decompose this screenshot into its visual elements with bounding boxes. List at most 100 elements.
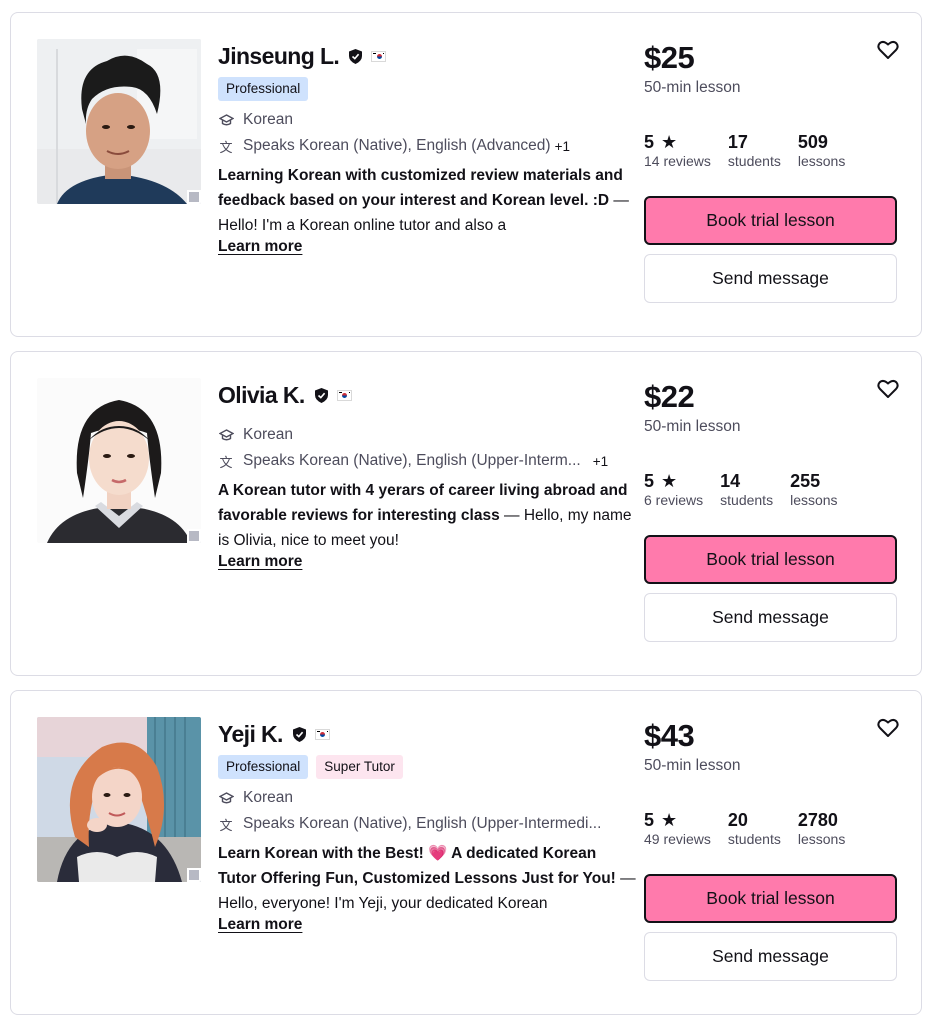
professional-badge: Professional xyxy=(218,755,309,779)
offline-status-indicator xyxy=(187,529,201,543)
book-trial-lesson-button[interactable]: Book trial lesson xyxy=(644,196,897,245)
star-icon: ★ xyxy=(661,470,678,491)
offline-status-indicator xyxy=(187,190,201,204)
offline-status-indicator xyxy=(187,868,201,882)
lesson-price: $43 xyxy=(644,718,695,753)
lesson-price: $22 xyxy=(644,379,695,414)
lessons-label: lessons xyxy=(797,153,846,169)
favorite-heart-icon[interactable] xyxy=(877,40,899,60)
lessons-stat: 509 lessons xyxy=(797,131,846,170)
badge-list: Professional xyxy=(218,77,636,101)
rating-stat: 5 ★ 14 reviews xyxy=(644,131,711,170)
send-message-button[interactable]: Send message xyxy=(644,254,897,303)
tutor-avatar[interactable] xyxy=(37,378,201,543)
favorite-heart-icon[interactable] xyxy=(877,718,899,738)
students-label: students xyxy=(727,153,781,169)
tutor-name[interactable]: Yeji K. xyxy=(218,721,283,748)
more-languages-count[interactable]: +1 xyxy=(593,454,608,469)
tutor-card[interactable]: Yeji K. Professional Super Tutor Korean … xyxy=(10,690,922,1015)
star-icon: ★ xyxy=(661,131,678,152)
graduation-cap-icon xyxy=(218,113,234,127)
south-korea-flag-icon xyxy=(314,728,330,740)
translate-icon: 文 xyxy=(219,817,233,833)
lessons-count: 2780 xyxy=(797,809,838,830)
learn-more-link[interactable]: Learn more xyxy=(218,916,302,934)
tutor-photo xyxy=(37,39,201,204)
lessons-stat: 255 lessons xyxy=(790,470,838,509)
pricing-column: $22 50-min lesson 5 ★ 6 reviews 14 studen… xyxy=(644,378,899,642)
rating-value: 5 xyxy=(644,809,655,830)
tutor-card[interactable]: Jinseung L. Professional Korean 文 Speaks… xyxy=(10,12,922,337)
subject-label: Korean xyxy=(243,789,293,806)
learn-more-link[interactable]: Learn more xyxy=(218,553,302,571)
tutor-name[interactable]: Olivia K. xyxy=(218,382,305,409)
tutor-photo xyxy=(37,717,201,882)
tutor-description: A Korean tutor with 4 yerars of career l… xyxy=(218,478,636,553)
tutor-info: Jinseung L. Professional Korean 文 Speaks… xyxy=(218,39,636,256)
tutor-stats: 5 ★ 14 reviews 17 students 509 lessons xyxy=(644,131,899,170)
subject-label: Korean xyxy=(243,426,293,443)
learn-more-link[interactable]: Learn more xyxy=(218,238,302,256)
tutor-headline: Learning Korean with customized review m… xyxy=(218,167,623,209)
star-icon: ★ xyxy=(661,809,678,830)
professional-badge: Professional xyxy=(218,77,309,101)
lesson-price: $25 xyxy=(644,40,695,75)
tutor-stats: 5 ★ 49 reviews 20 students 2780 lessons xyxy=(644,809,899,848)
rating-stat: 5 ★ 6 reviews xyxy=(644,470,703,509)
tutor-info: Olivia K. Korean 文 Speaks Korean (Native… xyxy=(218,378,636,571)
lessons-count: 255 xyxy=(790,470,821,491)
verified-shield-icon xyxy=(349,48,363,64)
lessons-label: lessons xyxy=(790,492,838,508)
languages-row: 文 Speaks Korean (Native), English (Upper… xyxy=(218,448,636,474)
students-stat: 17 students xyxy=(727,131,781,170)
lessons-label: lessons xyxy=(797,831,846,847)
tutor-avatar[interactable] xyxy=(37,39,201,204)
tutor-name[interactable]: Jinseung L. xyxy=(218,43,340,70)
students-stat: 14 students xyxy=(720,470,773,509)
tutor-headline: Learn Korean with the Best! 💗 A dedicate… xyxy=(218,845,616,887)
verified-shield-icon xyxy=(292,726,306,742)
subject-row: Korean xyxy=(218,785,636,811)
south-korea-flag-icon xyxy=(336,389,352,401)
tutor-info: Yeji K. Professional Super Tutor Korean … xyxy=(218,717,636,934)
send-message-button[interactable]: Send message xyxy=(644,593,897,642)
subject-label: Korean xyxy=(243,111,293,128)
languages-label: Speaks Korean (Native), English (Upper-I… xyxy=(243,815,602,832)
badge-list: Professional Super Tutor xyxy=(218,755,636,779)
more-languages-count[interactable]: +1 xyxy=(555,139,570,154)
languages-row: 文 Speaks Korean (Native), English (Advan… xyxy=(218,133,636,159)
tutor-stats: 5 ★ 6 reviews 14 students 255 lessons xyxy=(644,470,899,509)
students-count: 17 xyxy=(727,131,748,152)
subject-row: Korean xyxy=(218,422,636,448)
tutor-description: Learn Korean with the Best! 💗 A dedicate… xyxy=(218,841,636,916)
reviews-count[interactable]: 49 reviews xyxy=(644,831,711,847)
graduation-cap-icon xyxy=(218,428,234,442)
favorite-heart-icon[interactable] xyxy=(877,379,899,399)
south-korea-flag-icon xyxy=(371,50,387,62)
lessons-count: 509 xyxy=(797,131,828,152)
rating-stat: 5 ★ 49 reviews xyxy=(644,809,711,848)
students-stat: 20 students xyxy=(727,809,781,848)
students-count: 20 xyxy=(727,809,748,830)
super-tutor-badge: Super Tutor xyxy=(316,755,403,779)
verified-shield-icon xyxy=(314,387,328,403)
send-message-button[interactable]: Send message xyxy=(644,932,897,981)
translate-icon: 文 xyxy=(219,139,233,155)
tutor-card[interactable]: Olivia K. Korean 文 Speaks Korean (Native… xyxy=(10,351,922,676)
book-trial-lesson-button[interactable]: Book trial lesson xyxy=(644,535,897,584)
tutor-description: Learning Korean with customized review m… xyxy=(218,163,636,238)
lesson-duration: 50-min lesson xyxy=(644,418,741,435)
tutor-avatar[interactable] xyxy=(37,717,201,882)
book-trial-lesson-button[interactable]: Book trial lesson xyxy=(644,874,897,923)
tutor-photo xyxy=(37,378,201,543)
rating-value: 5 xyxy=(644,131,655,152)
languages-label: Speaks Korean (Native), English (Advance… xyxy=(243,137,551,154)
graduation-cap-icon xyxy=(218,791,234,805)
subject-row: Korean xyxy=(218,107,636,133)
pricing-column: $25 50-min lesson 5 ★ 14 reviews 17 stude… xyxy=(644,39,899,303)
reviews-count[interactable]: 6 reviews xyxy=(644,492,703,508)
lesson-duration: 50-min lesson xyxy=(644,79,741,96)
students-count: 14 xyxy=(720,470,741,491)
reviews-count[interactable]: 14 reviews xyxy=(644,153,711,169)
translate-icon: 文 xyxy=(219,454,233,470)
